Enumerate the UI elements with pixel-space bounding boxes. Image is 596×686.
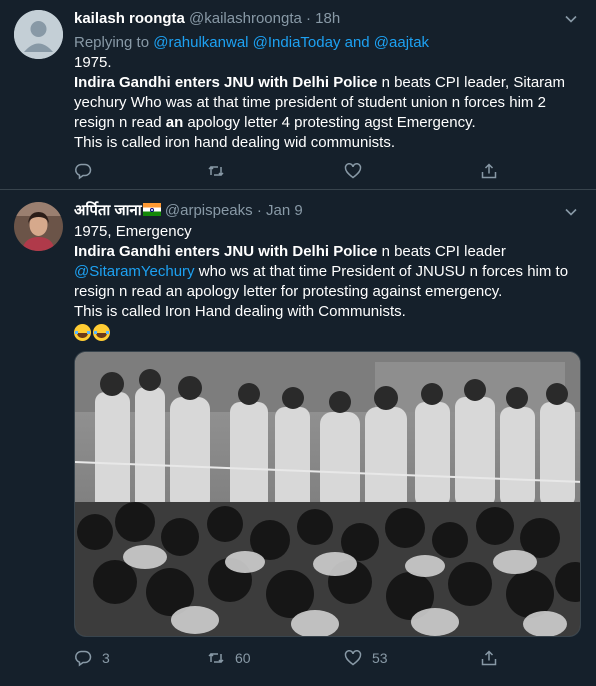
retweet-button[interactable]: 60 <box>207 649 251 667</box>
tweet-text: 1975, Emergency Indira Gandhi enters JNU… <box>74 222 579 342</box>
avatar[interactable] <box>14 10 63 59</box>
text-span: n beats CPI leader, Sitaram <box>377 74 566 91</box>
share-icon <box>481 650 497 666</box>
text-span: n beats CPI leader <box>377 243 506 260</box>
user-handle[interactable]: @arpispeaks <box>165 202 253 219</box>
text-line: @SitaramYechury who ws at that time Pres… <box>74 262 579 282</box>
display-name[interactable]: अर्पिता जाना <box>74 202 142 219</box>
avatar[interactable] <box>14 202 63 251</box>
like-count: 53 <box>372 650 388 666</box>
laughing-emoji-icon <box>74 323 91 341</box>
replying-to: Replying to @rahulkanwal @IndiaToday and… <box>74 33 429 53</box>
tweet-actions <box>74 162 504 182</box>
share-icon <box>481 163 497 179</box>
heart-icon <box>344 650 362 666</box>
laughing-emoji-icon <box>93 323 110 341</box>
reply-button[interactable]: 3 <box>74 649 110 667</box>
tweet-photo[interactable] <box>74 351 581 637</box>
tweet[interactable]: kailash roongta @kailashroongta · 18h Re… <box>0 0 596 190</box>
text-span: resign n read <box>74 114 166 131</box>
tweet-header: अर्पिता जाना @arpispeaks · Jan 9 <box>74 201 303 221</box>
chevron-down-icon[interactable] <box>564 205 578 219</box>
share-button[interactable] <box>480 162 498 180</box>
emoji-line <box>74 322 579 342</box>
reply-icon <box>75 163 92 180</box>
like-button[interactable] <box>344 162 372 180</box>
text-line: resign n read an apology letter 4 protes… <box>74 113 579 133</box>
separator: · <box>256 202 262 219</box>
like-button[interactable]: 53 <box>344 649 388 667</box>
mention-link[interactable]: @SitaramYechury <box>74 263 195 280</box>
text-line: This is called iron hand dealing wid com… <box>74 134 395 151</box>
separator: · <box>306 10 311 27</box>
tweet-actions: 3 60 53 <box>74 649 504 669</box>
retweet-button[interactable] <box>207 162 235 180</box>
timestamp[interactable]: 18h <box>315 10 340 27</box>
profile-photo <box>14 202 63 251</box>
reply-icon <box>75 650 92 667</box>
bold-text: an <box>165 114 184 131</box>
text-span: who ws at that time President of JNUSU n… <box>194 263 569 280</box>
text-line: resign n read an apology letter for prot… <box>74 283 503 300</box>
reply-count: 3 <box>102 650 110 666</box>
retweet-count: 60 <box>235 650 251 666</box>
text-span: apology letter 4 protesting agst Emergen… <box>183 114 476 131</box>
replying-to-link[interactable]: @rahulkanwal @IndiaToday and @aajtak <box>153 34 429 51</box>
bold-text: Indira Gandhi enters JNU with Delhi Poli… <box>74 243 378 260</box>
text-line: Indira Gandhi enters JNU with Delhi Poli… <box>74 242 579 262</box>
replying-prefix: Replying to <box>74 34 150 51</box>
share-button[interactable] <box>480 649 498 667</box>
historic-crowd-photo <box>75 352 580 636</box>
tweet-header: kailash roongta @kailashroongta · 18h <box>74 9 340 29</box>
text-line: 1975, Emergency <box>74 223 192 240</box>
retweet-icon <box>208 652 224 664</box>
tweet-text: 1975. Indira Gandhi enters JNU with Delh… <box>74 53 579 153</box>
chevron-down-icon[interactable] <box>564 12 578 26</box>
heart-icon <box>344 163 362 179</box>
display-name[interactable]: kailash roongta <box>74 10 185 27</box>
default-avatar-icon <box>14 10 63 59</box>
bold-text: Indira Gandhi enters JNU with Delhi Poli… <box>74 74 378 91</box>
india-flag-icon <box>142 203 161 216</box>
reply-button[interactable] <box>74 162 102 180</box>
text-line: yechury Who was at that time president o… <box>74 94 546 111</box>
text-line: 1975. <box>74 54 112 71</box>
timestamp[interactable]: Jan 9 <box>266 202 303 219</box>
text-line: Indira Gandhi enters JNU with Delhi Poli… <box>74 73 579 93</box>
retweet-icon <box>208 165 224 177</box>
text-line: This is called Iron Hand dealing with Co… <box>74 303 406 320</box>
user-handle[interactable]: @kailashroongta <box>189 10 302 27</box>
